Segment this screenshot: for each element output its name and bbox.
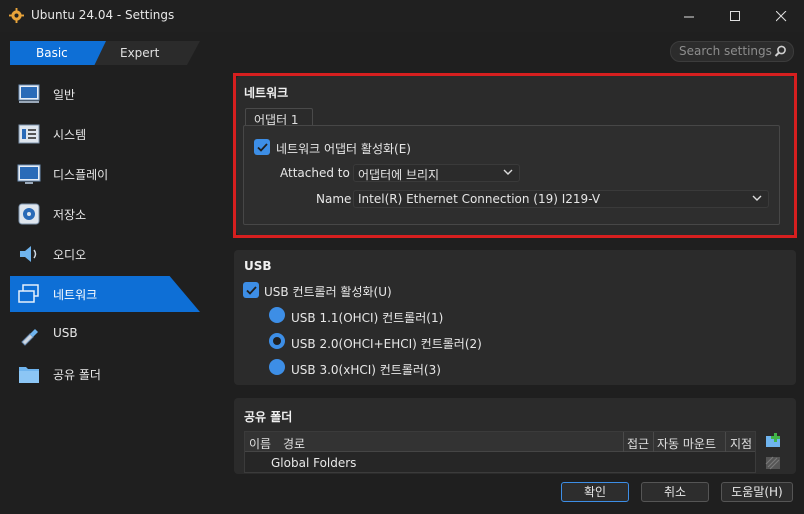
sidebar-item-shared-folders[interactable]: 공유 폴더 xyxy=(10,356,200,392)
system-icon xyxy=(18,124,40,144)
sidebar-item-label: USB xyxy=(53,326,78,340)
audio-icon xyxy=(20,246,37,262)
sidebar-item-label: 일반 xyxy=(53,88,76,102)
storage-icon xyxy=(18,203,40,225)
sidebar-item-usb[interactable]: USB xyxy=(10,316,200,352)
shared-folders-section-title: 공유 폴더 xyxy=(244,410,293,424)
sidebar-item-label: 저장소 xyxy=(53,208,87,222)
attached-to-value: 어댑터에 브리지 xyxy=(358,168,440,182)
usb-3-0-label: USB 3.0(xHCI) 컨트롤러(3) xyxy=(291,363,441,377)
enable-network-adapter-label: 네트워크 어댑터 활성화(E) xyxy=(276,142,411,156)
usb-section-title: USB xyxy=(244,259,272,273)
column-divider xyxy=(725,432,726,452)
usb-3-0-radio[interactable] xyxy=(269,359,285,375)
display-icon xyxy=(17,164,41,184)
sidebar-item-system[interactable]: 시스템 xyxy=(10,116,200,152)
sidebar-item-label: 디스플레이 xyxy=(53,168,109,182)
maximize-icon xyxy=(729,10,740,21)
sidebar-item-label: 오디오 xyxy=(53,248,87,262)
close-button[interactable] xyxy=(758,0,804,32)
chevron-down-icon xyxy=(752,195,762,201)
network-icon xyxy=(18,284,39,303)
basic-mode-label: Basic xyxy=(36,46,68,60)
basic-mode-tab[interactable]: Basic xyxy=(10,41,106,65)
virtualbox-gear-icon xyxy=(9,8,24,23)
search-placeholder: Search settings xyxy=(679,44,772,58)
tab-adapter-1[interactable]: 어댑터 1 xyxy=(245,108,313,127)
column-divider xyxy=(653,432,654,452)
sidebar-item-label: 공유 폴더 xyxy=(53,368,101,382)
expert-mode-tab[interactable]: Expert xyxy=(92,41,200,65)
ok-button[interactable]: 확인 xyxy=(561,482,629,502)
sidebar-item-audio[interactable]: 오디오 xyxy=(10,236,200,272)
chevron-down-icon xyxy=(503,169,513,175)
search-input[interactable]: Search settings xyxy=(670,41,794,62)
checkmark-icon xyxy=(256,142,268,152)
column-header-access[interactable]: 접근 xyxy=(627,435,649,452)
maximize-button[interactable] xyxy=(712,0,758,32)
adapter-name-select[interactable]: Intel(R) Ethernet Connection (19) I219-V xyxy=(353,190,769,208)
title-bar: Ubuntu 24.04 - Settings xyxy=(0,0,804,32)
usb-2-0-radio[interactable] xyxy=(269,333,285,349)
usb-icon xyxy=(21,329,38,346)
enable-network-adapter-checkbox[interactable] xyxy=(254,139,270,155)
network-section-title: 네트워크 xyxy=(244,86,289,100)
shared-folders-table[interactable]: 이름 경로 접근 자동 마운트 지점 Global Folders xyxy=(244,431,756,473)
column-divider xyxy=(623,432,624,452)
adapter-name-value: Intel(R) Ethernet Connection (19) I219-V xyxy=(358,192,601,206)
attached-to-select[interactable]: 어댑터에 브리지 xyxy=(353,164,520,182)
usb-1-1-label: USB 1.1(OHCI) 컨트롤러(1) xyxy=(291,311,444,325)
enable-usb-controller-label: USB 컨트롤러 활성화(U) xyxy=(264,285,392,299)
sidebar-item-display[interactable]: 디스플레이 xyxy=(10,156,200,192)
window-title: Ubuntu 24.04 - Settings xyxy=(31,8,175,22)
usb-1-1-radio[interactable] xyxy=(269,307,285,323)
edit-shared-folder-icon[interactable] xyxy=(765,455,781,471)
sidebar-item-general[interactable]: 일반 xyxy=(10,76,200,112)
column-header-name[interactable]: 이름 xyxy=(249,435,271,452)
general-icon xyxy=(18,84,40,103)
sidebar-item-label: 네트워크 xyxy=(53,288,98,302)
usb-2-0-label: USB 2.0(OHCI+EHCI) 컨트롤러(2) xyxy=(291,337,482,351)
checkmark-icon xyxy=(245,285,257,295)
folder-icon xyxy=(19,367,39,383)
sidebar-item-label: 시스템 xyxy=(53,128,87,142)
minimize-icon xyxy=(683,16,694,17)
column-header-mount-point[interactable]: 지점 xyxy=(730,435,752,452)
column-header-auto-mount[interactable]: 자동 마운트 xyxy=(657,435,716,452)
table-header: 이름 경로 접근 자동 마운트 지점 xyxy=(245,432,755,452)
cancel-button[interactable]: 취소 xyxy=(641,482,709,502)
sidebar-item-network[interactable]: 네트워크 xyxy=(10,276,200,312)
attached-to-label: Attached to xyxy=(280,166,350,180)
enable-usb-controller-checkbox[interactable] xyxy=(243,282,259,298)
minimize-button[interactable] xyxy=(666,0,712,32)
add-shared-folder-icon[interactable] xyxy=(765,432,781,448)
name-label: Name xyxy=(316,192,352,206)
column-header-path[interactable]: 경로 xyxy=(283,435,305,452)
table-row[interactable]: Global Folders xyxy=(271,456,356,470)
search-icon xyxy=(774,45,786,57)
close-icon xyxy=(775,10,786,21)
expert-mode-label: Expert xyxy=(120,46,160,60)
help-button[interactable]: 도움말(H) xyxy=(721,482,793,502)
sidebar-item-storage[interactable]: 저장소 xyxy=(10,196,200,232)
